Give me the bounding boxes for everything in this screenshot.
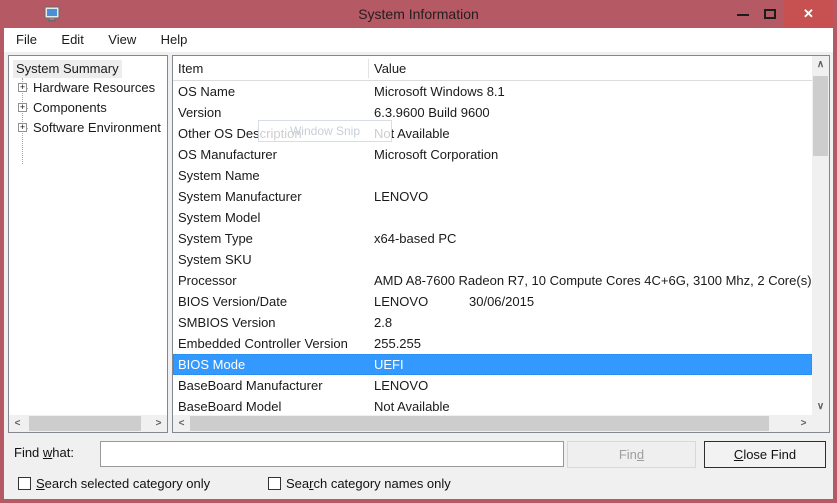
scrollbar-corner [812, 415, 829, 432]
scroll-left-icon[interactable]: < [9, 415, 26, 432]
expand-icon-components[interactable]: + [18, 103, 27, 112]
table-row[interactable]: SMBIOS Version 2.8 [173, 312, 812, 333]
tree-hscroll-thumb[interactable] [29, 416, 141, 431]
row-value: Microsoft Windows 8.1 [374, 81, 505, 102]
table-row[interactable]: System Type x64-based PC [173, 228, 812, 249]
window-title: System Information [0, 0, 837, 28]
table-row[interactable]: OS Manufacturer Microsoft Corporation [173, 144, 812, 165]
find-bar: Find what: Find Close Find Search select… [4, 437, 833, 499]
column-divider[interactable] [368, 59, 369, 78]
table-row[interactable]: BIOS Mode UEFI [173, 354, 812, 375]
expand-icon-software-environment[interactable]: + [18, 123, 27, 132]
column-header-item[interactable]: Item [178, 56, 203, 81]
window-snip-tooltip: Window Snip [258, 120, 392, 142]
scroll-up-icon[interactable]: ∧ [812, 56, 829, 73]
menu-bar: File Edit View Help [4, 28, 833, 52]
row-item-label: System Manufacturer [178, 186, 302, 207]
find-input[interactable] [100, 441, 564, 467]
search-category-names-label[interactable]: Search category names only [286, 476, 451, 491]
row-value: UEFI [374, 354, 404, 375]
row-value-secondary: 30/06/2015 [469, 291, 534, 312]
titlebar[interactable]: System Information ✕ [0, 0, 837, 28]
find-button[interactable]: Find [567, 441, 696, 468]
row-value: Not Available [374, 396, 450, 415]
row-item-label: Version [178, 102, 221, 123]
column-header-value[interactable]: Value [374, 56, 406, 81]
list-hscroll-thumb[interactable] [190, 416, 769, 431]
row-item-label: System SKU [178, 249, 252, 270]
row-item-label: BIOS Mode [178, 354, 245, 375]
menu-edit[interactable]: Edit [51, 28, 93, 52]
row-item-label: BaseBoard Manufacturer [178, 375, 323, 396]
row-value: Microsoft Corporation [374, 144, 498, 165]
row-value: AMD A8-7600 Radeon R7, 10 Compute Cores … [374, 270, 812, 291]
close-find-button[interactable]: Close Find [704, 441, 826, 468]
list-horizontal-scrollbar[interactable]: < > [173, 415, 812, 432]
table-row[interactable]: Processor AMD A8-7600 Radeon R7, 10 Compu… [173, 270, 812, 291]
sidebar-item-system-summary[interactable]: System Summary [13, 60, 122, 78]
search-selected-category-checkbox[interactable] [18, 477, 31, 490]
row-item-label: System Model [178, 207, 260, 228]
row-item-label: OS Name [178, 81, 235, 102]
row-value: LENOVO [374, 186, 428, 207]
table-row[interactable]: BIOS Version/Date LENOVO 30/06/2015 [173, 291, 812, 312]
table-row[interactable]: BaseBoard Manufacturer LENOVO [173, 375, 812, 396]
table-row[interactable]: System Model [173, 207, 812, 228]
minimize-icon [737, 14, 749, 16]
row-value: 2.8 [374, 312, 392, 333]
list-vertical-scrollbar[interactable]: ∧ ∨ [812, 56, 829, 415]
table-row[interactable]: OS Name Microsoft Windows 8.1 [173, 81, 812, 102]
row-item-label: Embedded Controller Version [178, 333, 348, 354]
scroll-right-icon[interactable]: > [150, 415, 167, 432]
menu-help[interactable]: Help [151, 28, 198, 52]
row-item-label: OS Manufacturer [178, 144, 277, 165]
table-row[interactable]: System Manufacturer LENOVO [173, 186, 812, 207]
minimize-button[interactable] [730, 0, 756, 28]
detail-list-pane: Item Value OS NameMicrosoft Windows 8.1V… [172, 55, 830, 433]
menu-view[interactable]: View [98, 28, 146, 52]
expand-icon-hardware-resources[interactable]: + [18, 83, 27, 92]
find-what-label: Find what: [14, 445, 74, 460]
maximize-button[interactable] [756, 0, 784, 28]
list-header: Item Value [173, 56, 829, 81]
system-information-window: System Information ✕ File Edit View Help… [0, 0, 837, 503]
row-value: LENOVO [374, 375, 428, 396]
scroll-left-icon[interactable]: < [173, 415, 190, 432]
close-button[interactable]: ✕ [784, 0, 833, 28]
category-tree-pane: System Summary + Hardware Resources + Co… [8, 55, 168, 433]
row-value: 255.255 [374, 333, 421, 354]
table-row[interactable]: Embedded Controller Version 255.255 [173, 333, 812, 354]
tree-horizontal-scrollbar[interactable]: < > [9, 415, 167, 432]
row-value: LENOVO [374, 291, 428, 312]
row-item-label: SMBIOS Version [178, 312, 276, 333]
row-value: x64-based PC [374, 228, 456, 249]
sidebar-item-software-environment[interactable]: Software Environment [33, 119, 161, 137]
scroll-down-icon[interactable]: ∨ [812, 398, 829, 415]
row-item-label: BaseBoard Model [178, 396, 281, 415]
scroll-right-icon[interactable]: > [795, 415, 812, 432]
search-selected-category-label[interactable]: Search selected category only [36, 476, 210, 491]
table-row[interactable]: System SKU [173, 249, 812, 270]
search-category-names-checkbox[interactable] [268, 477, 281, 490]
menu-file[interactable]: File [6, 28, 47, 52]
row-item-label: Processor [178, 270, 237, 291]
row-item-label: System Name [178, 165, 260, 186]
list-vscroll-thumb[interactable] [813, 76, 828, 156]
row-item-label: System Type [178, 228, 253, 249]
maximize-icon [764, 9, 776, 19]
sidebar-item-hardware-resources[interactable]: Hardware Resources [33, 79, 155, 97]
row-item-label: BIOS Version/Date [178, 291, 287, 312]
table-row[interactable]: System Name [173, 165, 812, 186]
table-row[interactable]: BaseBoard Model Not Available [173, 396, 812, 415]
close-icon: ✕ [803, 6, 814, 21]
sidebar-item-components[interactable]: Components [33, 99, 107, 117]
